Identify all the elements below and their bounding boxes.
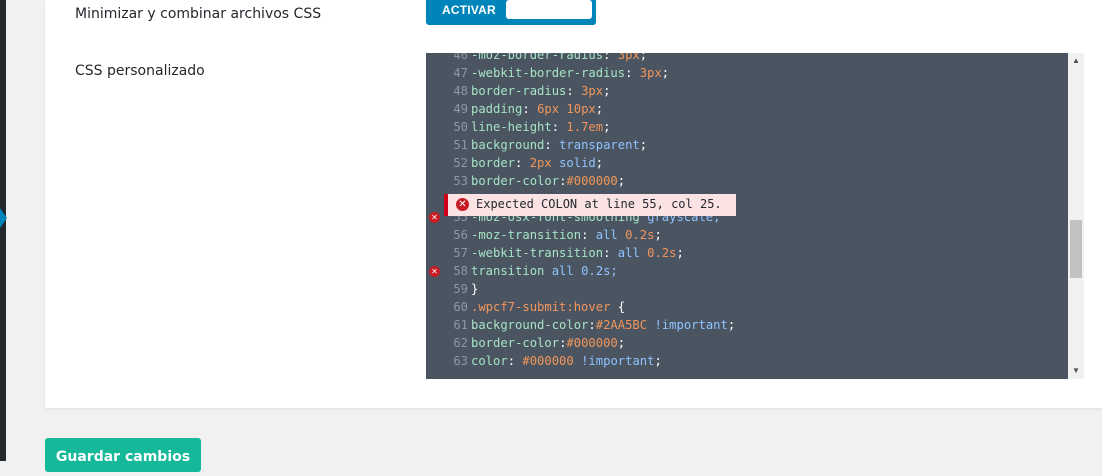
admin-sidebar-edge (0, 0, 6, 461)
toggle-knob[interactable] (506, 0, 592, 19)
line-number: 52 (453, 156, 468, 170)
code-line[interactable]: 52 border: 2px solid; (426, 154, 1066, 172)
line-number: 56 (453, 228, 468, 242)
line-code: background: transparent; (471, 138, 648, 152)
line-number: 62 (453, 336, 468, 350)
line-number: 46 (453, 53, 468, 62)
line-code: -moz-transition: all 0.2s; (471, 228, 662, 242)
error-marker-icon[interactable]: ✕ (429, 266, 440, 277)
line-code: -webkit-border-radius: 3px; (471, 66, 670, 80)
line-code: border-radius: 3px; (471, 84, 611, 98)
code-line[interactable]: 63 color: #000000 !important; (426, 352, 1066, 370)
code-line[interactable]: 53 border-color:#000000; (426, 172, 1066, 190)
line-number: 50 (453, 120, 468, 134)
line-code: color: #000000 !important; (471, 354, 662, 368)
line-code: line-height: 1.7em; (471, 120, 611, 134)
arrow-down-icon[interactable]: ▼ (1068, 363, 1084, 379)
save-changes-button[interactable]: Guardar cambios (45, 438, 201, 472)
code-line[interactable]: 62 border-color:#000000; (426, 334, 1066, 352)
line-code: transition all 0.2s; (471, 264, 618, 278)
active-menu-indicator (0, 208, 7, 228)
line-code: padding: 6px 10px; (471, 102, 604, 116)
code-line[interactable]: 50 line-height: 1.7em; (426, 118, 1066, 136)
line-code: -moz-border-radius: 3px; (471, 53, 648, 62)
line-number: 59 (453, 282, 468, 296)
error-tooltip: ✕ Expected COLON at line 55, col 25. (444, 194, 736, 216)
scrollbar-thumb[interactable] (1070, 220, 1082, 278)
line-number: 49 (453, 102, 468, 116)
error-icon: ✕ (456, 198, 469, 211)
editor-scrollbar[interactable]: ▲ ▼ (1068, 53, 1084, 379)
custom-css-label: CSS personalizado (75, 63, 205, 79)
line-code: border: 2px solid; (471, 156, 604, 170)
line-number: 47 (453, 66, 468, 80)
line-code: border-color:#000000; (471, 174, 626, 188)
code-line[interactable]: 60 .wpcf7-submit:hover { (426, 298, 1066, 316)
line-code: } (471, 282, 479, 296)
error-marker-icon[interactable]: ✕ (429, 212, 440, 223)
line-number: 61 (453, 318, 468, 332)
code-line[interactable]: 47 -webkit-border-radius: 3px; (426, 64, 1066, 82)
code-line[interactable]: 61 background-color:#2AA5BC !important; (426, 316, 1066, 334)
line-code: border-color:#000000; (471, 336, 626, 350)
line-number: 53 (453, 174, 468, 188)
line-code: background-color:#2AA5BC !important; (471, 318, 736, 332)
code-line[interactable]: 49 padding: 6px 10px; (426, 100, 1066, 118)
code-line[interactable]: 58 transition all 0.2s; ✕ (426, 262, 1066, 280)
line-code: .wpcf7-submit:hover { (471, 300, 626, 314)
line-code: -webkit-transition: all 0.2s; (471, 246, 684, 260)
toggle-label: ACTIVAR (442, 3, 496, 17)
line-number: 51 (453, 138, 468, 152)
code-line[interactable]: 57 -webkit-transition: all 0.2s; (426, 244, 1066, 262)
code-line[interactable]: 56 -moz-transition: all 0.2s; (426, 226, 1066, 244)
error-message: Expected COLON at line 55, col 25. (476, 197, 722, 211)
line-number: 63 (453, 354, 468, 368)
code-line[interactable]: 59} (426, 280, 1066, 298)
line-number: 57 (453, 246, 468, 260)
code-line[interactable]: 48 border-radius: 3px; (426, 82, 1066, 100)
line-number: 60 (453, 300, 468, 314)
arrow-up-icon[interactable]: ▲ (1068, 53, 1084, 69)
custom-css-editor[interactable]: 46 -moz-border-radius: 3px; 47 -webkit-bord… (426, 53, 1084, 379)
line-number: 48 (453, 84, 468, 98)
code-line[interactable]: 51 background: transparent; (426, 136, 1066, 154)
minify-css-toggle[interactable]: ACTIVAR (426, 0, 596, 25)
minify-css-label: Minimizar y combinar archivos CSS (75, 6, 322, 22)
code-line[interactable]: 46 -moz-border-radius: 3px; (426, 53, 1066, 64)
